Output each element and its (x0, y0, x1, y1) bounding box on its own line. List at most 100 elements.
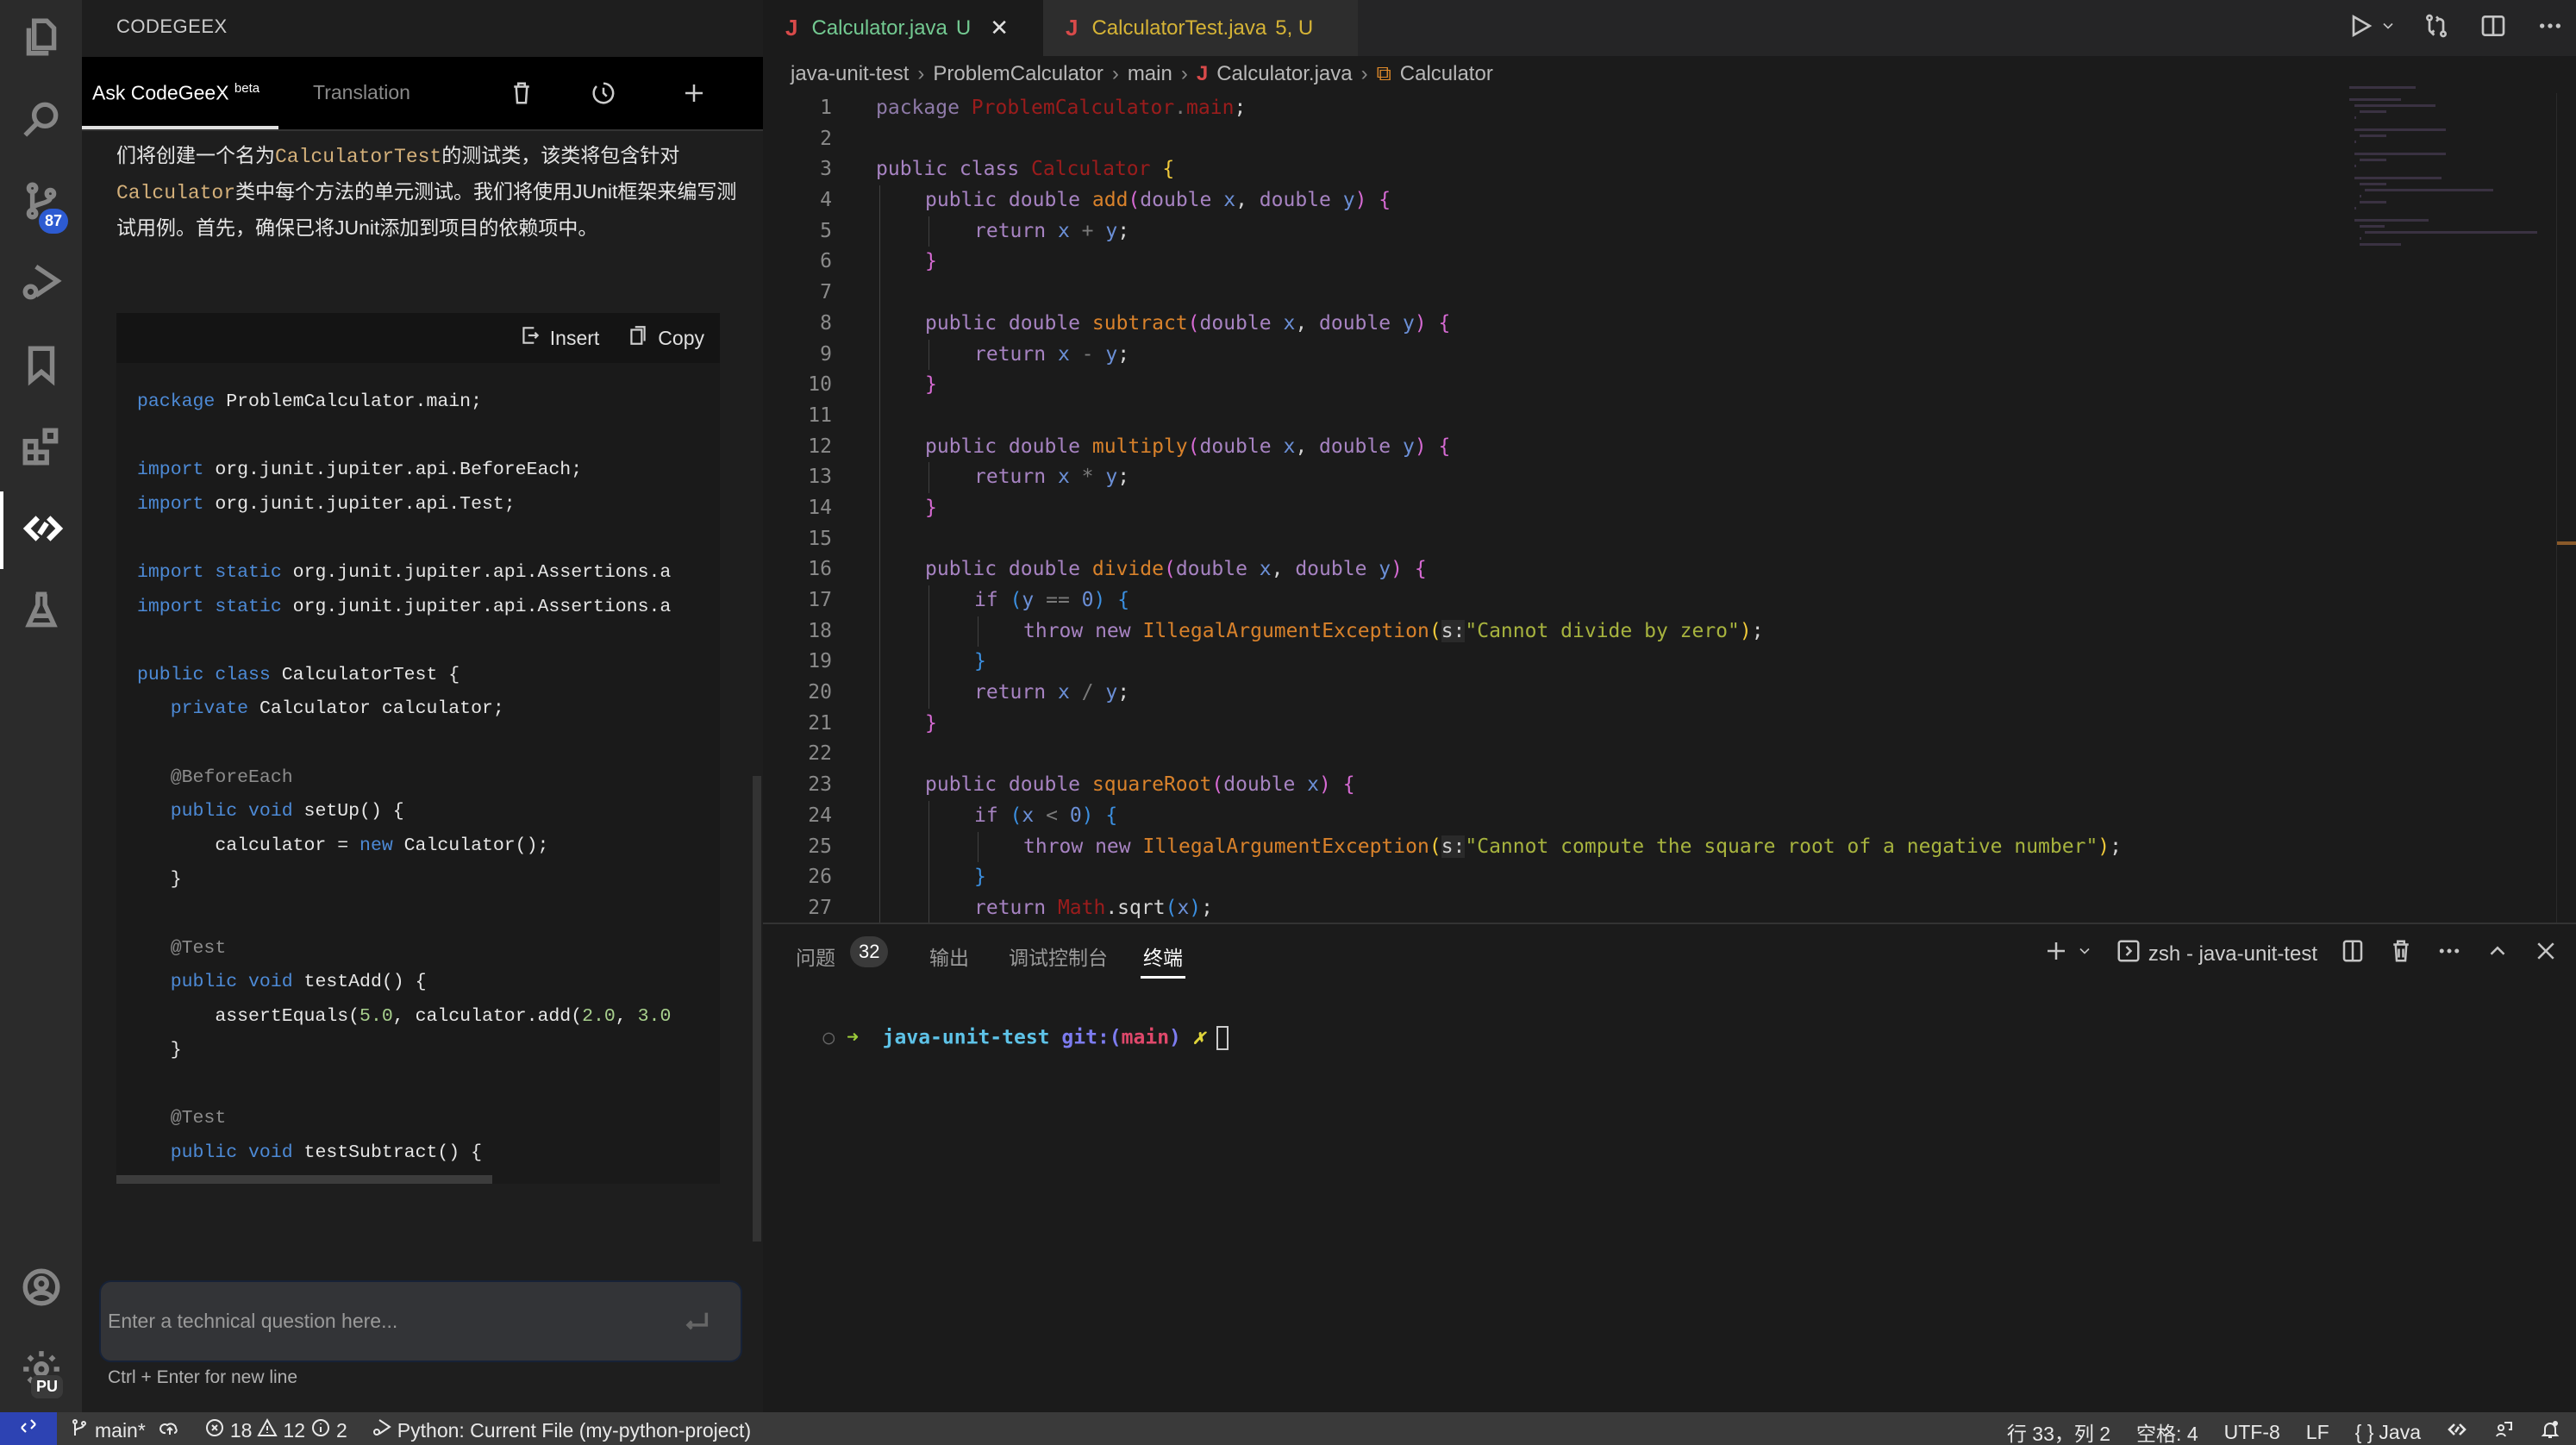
language-mode[interactable]: { } Java (2355, 1421, 2421, 1444)
code-token: public double (925, 773, 1092, 797)
code-token: } (137, 1040, 182, 1061)
code-line[interactable]: 11 (763, 400, 2332, 432)
code-line[interactable]: 5 return x + y; (763, 216, 2332, 247)
panel-scrollbar[interactable] (753, 776, 761, 1242)
code-block-scrollbar[interactable] (116, 1175, 492, 1184)
code-token: } (925, 711, 937, 735)
code-line[interactable]: 10} (763, 370, 2332, 401)
code-line[interactable]: 4 public double add(double x, double y) { (763, 185, 2332, 216)
activity-search[interactable] (0, 82, 82, 160)
code-line[interactable]: 2 (763, 124, 2332, 155)
code-line[interactable]: 12 public double multiply(double x, doubl… (763, 431, 2332, 463)
code-token: @Test (137, 937, 227, 959)
close-icon[interactable]: ✕ (990, 15, 1009, 41)
close-panel-button[interactable] (2533, 938, 2559, 970)
activity-accounts[interactable] (0, 1250, 82, 1328)
activity-manage[interactable]: PU (0, 1332, 82, 1410)
clear-chat-button[interactable] (504, 78, 539, 112)
tab-calculator-java[interactable]: J Calculator.java U ✕ (763, 0, 1043, 56)
code-token: s: (1441, 619, 1466, 642)
new-terminal-button[interactable] (2043, 938, 2069, 970)
code-line[interactable]: 1 package ProblemCalculator.main; (763, 93, 2332, 124)
history-button[interactable] (586, 78, 621, 112)
activity-run-debug[interactable] (0, 246, 82, 323)
terminal-prompt[interactable]: ○ ➜ java-unit-test git:(main) ✗ (775, 1004, 1229, 1073)
activity-source-control[interactable]: 87 (0, 164, 82, 241)
tab-problems[interactable]: 问题 (796, 941, 835, 971)
run-button[interactable] (2343, 9, 2378, 47)
activity-testing[interactable] (0, 573, 82, 651)
indent-guide (928, 800, 929, 832)
copy-button[interactable]: Copy (628, 324, 704, 352)
code-block-line: import static org.junit.jupiter.api.Asse… (137, 556, 699, 591)
breadcrumb-item[interactable]: main (1128, 62, 1172, 86)
remote-button[interactable] (0, 1412, 57, 1445)
launch-config[interactable]: Python: Current File (my-python-project) (372, 1417, 751, 1443)
code-line[interactable]: 14} (763, 492, 2332, 524)
code-line[interactable]: 13 return x * y; (763, 462, 2332, 493)
code-token: double (1199, 311, 1284, 335)
feedback-button[interactable] (2493, 1419, 2514, 1445)
code-line[interactable]: 21} (763, 708, 2332, 740)
cursor-position[interactable]: 行 33，列 2 (2007, 1417, 2110, 1445)
end-of-line[interactable]: LF (2306, 1421, 2329, 1444)
maximize-panel-button[interactable] (2485, 938, 2510, 970)
chevron-right-icon: › (917, 62, 925, 85)
more-actions-button[interactable] (2533, 9, 2567, 47)
codegeex-status[interactable] (2447, 1419, 2467, 1445)
minimap[interactable] (2349, 86, 2556, 246)
breadcrumb-item[interactable]: java-unit-test (791, 62, 909, 86)
code-line[interactable]: 20 return x / y; (763, 678, 2332, 709)
code-line[interactable]: 8 public double subtract(double x, double… (763, 308, 2332, 340)
activity-codegeex[interactable] (0, 491, 82, 569)
tab-translation[interactable]: Translation (313, 81, 410, 104)
breadcrumb-item[interactable]: Calculator (1400, 62, 1493, 86)
line-content: return x + y; (974, 216, 1129, 247)
compare-changes-button[interactable] (2419, 9, 2454, 47)
insert-button[interactable]: Insert (521, 324, 599, 352)
code-line[interactable]: 3 public class Calculator { (763, 154, 2332, 185)
code-line[interactable]: 23 public double squareRoot(double x) { (763, 770, 2332, 801)
code-line[interactable]: 9 return x - y; (763, 339, 2332, 371)
problems-status[interactable]: 18 12 2 (204, 1417, 347, 1443)
code-line[interactable]: 19} (763, 647, 2332, 679)
code-editor[interactable]: 1 package ProblemCalculator.main; 2 3 publi… (763, 93, 2332, 923)
tab-debug-console[interactable]: 调试控制台 (1009, 941, 1108, 971)
sync-button[interactable] (159, 1417, 180, 1443)
branch-status[interactable]: main* (69, 1417, 146, 1443)
overview-ruler[interactable] (2556, 93, 2557, 923)
code-line[interactable]: 25 throw new IllegalArgumentException(s:"… (763, 831, 2332, 863)
terminal-dropdown[interactable] (2076, 938, 2093, 970)
tab-calculatortest-java[interactable]: J CalculatorTest.java 5, U (1043, 0, 1358, 56)
encoding[interactable]: UTF-8 (2224, 1421, 2280, 1444)
code-line[interactable]: 27 return Math.sqrt(x); (763, 892, 2332, 923)
notifications-button[interactable] (2540, 1419, 2560, 1445)
split-terminal-button[interactable] (2340, 938, 2366, 970)
code-line[interactable]: 17 if (y == 0) { (763, 585, 2332, 616)
code-line[interactable]: 24 if (x < 0) { (763, 800, 2332, 832)
code-line[interactable]: 18 throw new IllegalArgumentException(s:"… (763, 616, 2332, 647)
tab-output[interactable]: 输出 (929, 941, 969, 971)
code-line[interactable]: 6} (763, 247, 2332, 278)
split-editor-button[interactable] (2476, 9, 2510, 47)
new-chat-button[interactable] (677, 78, 711, 112)
code-line[interactable]: 15 (763, 523, 2332, 555)
send-button[interactable] (682, 1308, 711, 1337)
breadcrumb-item[interactable]: ProblemCalculator (933, 62, 1103, 86)
code-line[interactable]: 7 (763, 278, 2332, 309)
tab-ask-codegeex[interactable]: Ask CodeGeeX beta (92, 81, 259, 105)
run-dropdown[interactable] (2379, 9, 2397, 47)
kill-terminal-button[interactable] (2388, 938, 2414, 970)
question-input[interactable] (108, 1282, 642, 1361)
terminal-selector[interactable]: zsh - java-unit-test (2116, 938, 2317, 970)
activity-bookmarks[interactable] (0, 328, 82, 405)
activity-extensions[interactable] (0, 410, 82, 487)
code-line[interactable]: 26} (763, 862, 2332, 893)
indentation[interactable]: 空格: 4 (2136, 1417, 2198, 1445)
more-actions-button[interactable] (2436, 938, 2462, 970)
code-line[interactable]: 16 public double divide(double x, double … (763, 554, 2332, 585)
activity-explorer[interactable] (0, 0, 82, 78)
breadcrumb-item[interactable]: Calculator.java (1216, 62, 1352, 86)
tab-terminal[interactable]: 终端 (1143, 941, 1183, 971)
code-line[interactable]: 22 (763, 739, 2332, 771)
